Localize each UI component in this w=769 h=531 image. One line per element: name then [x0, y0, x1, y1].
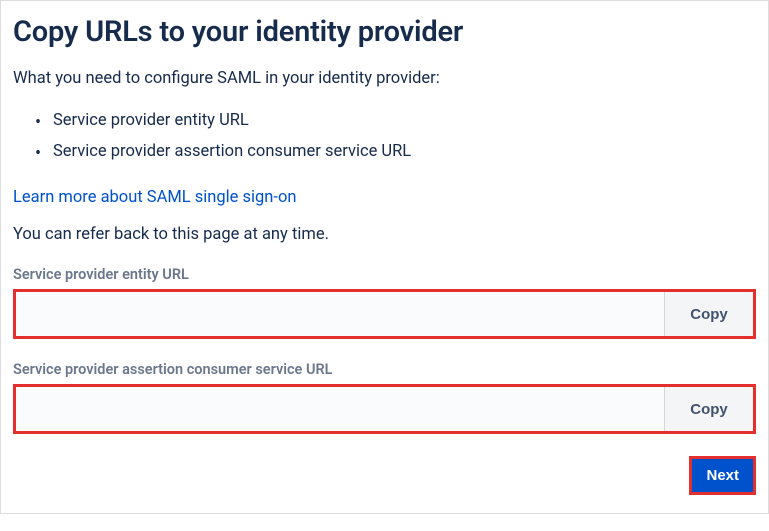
next-button[interactable]: Next	[692, 459, 753, 492]
refer-back-text: You can refer back to this page at any t…	[13, 225, 756, 244]
footer-actions: Next	[13, 456, 756, 495]
copy-entity-url-button[interactable]: Copy	[665, 292, 753, 336]
entity-url-group: Service provider entity URL Copy	[13, 266, 756, 339]
saml-config-panel: Copy URLs to your identity provider What…	[0, 0, 769, 514]
next-button-highlight: Next	[689, 456, 756, 495]
page-title: Copy URLs to your identity provider	[13, 15, 756, 49]
acs-url-group: Service provider assertion consumer serv…	[13, 361, 756, 434]
list-item: Service provider entity URL	[53, 106, 756, 137]
requirements-list: Service provider entity URL Service prov…	[13, 106, 756, 167]
acs-url-row: Copy	[13, 384, 756, 434]
acs-url-input[interactable]	[16, 387, 665, 431]
learn-more-link[interactable]: Learn more about SAML single sign-on	[13, 188, 297, 207]
list-item: Service provider assertion consumer serv…	[53, 137, 756, 168]
entity-url-row: Copy	[13, 289, 756, 339]
intro-text: What you need to configure SAML in your …	[13, 67, 756, 90]
copy-acs-url-button[interactable]: Copy	[665, 387, 753, 431]
acs-url-label: Service provider assertion consumer serv…	[13, 361, 756, 378]
entity-url-input[interactable]	[16, 292, 665, 336]
entity-url-label: Service provider entity URL	[13, 266, 756, 283]
